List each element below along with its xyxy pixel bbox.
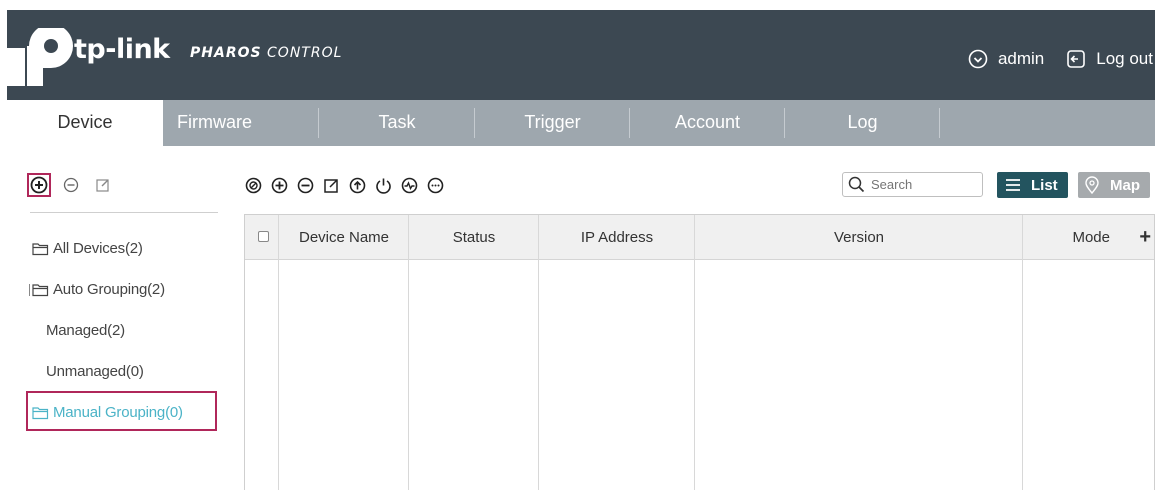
add-group-icon <box>30 176 48 194</box>
user-name[interactable]: admin <box>998 49 1044 69</box>
select-all-checkbox[interactable] <box>258 231 269 242</box>
monitor-button[interactable] <box>400 176 418 194</box>
remove-group-icon <box>63 177 79 193</box>
map-view-label: Map <box>1110 176 1140 194</box>
tab-log[interactable]: Log <box>785 100 940 146</box>
adopt-icon <box>245 177 261 193</box>
remove-device-button[interactable] <box>296 176 314 194</box>
list-view-label: List <box>1031 176 1058 194</box>
tree-label-unmanaged: Unmanaged(0) <box>46 363 144 380</box>
edit-group-icon <box>96 179 109 192</box>
column-status[interactable]: Status <box>409 215 539 260</box>
folder-icon <box>32 283 49 296</box>
top-header: tp-link PHAROS CONTROL admin Log out <box>7 10 1155 100</box>
map-pin-icon <box>1085 176 1099 194</box>
tab-device[interactable]: Device <box>7 100 163 146</box>
column-device-name[interactable]: Device Name <box>279 215 409 260</box>
tree-item-all-devices[interactable]: All Devices(2) <box>32 228 232 269</box>
device-toolbar <box>244 176 452 194</box>
adopt-button[interactable] <box>244 176 262 194</box>
add-group-button[interactable] <box>27 173 51 197</box>
edit-device-button[interactable] <box>322 176 340 194</box>
upgrade-button[interactable] <box>348 176 366 194</box>
more-icon <box>427 177 443 193</box>
logout-link[interactable]: Log out <box>1096 49 1153 69</box>
tree-label-auto-grouping: Auto Grouping(2) <box>53 281 165 298</box>
tab-task[interactable]: Task <box>319 100 475 146</box>
table-header: Device Name Status IP Address Version Mo… <box>245 215 1154 260</box>
search-box[interactable] <box>842 172 983 197</box>
tree-item-auto-grouping[interactable]: Auto Grouping(2) <box>29 269 232 310</box>
tree-label-managed: Managed(2) <box>46 322 125 339</box>
left-divider <box>30 212 218 213</box>
column-mode[interactable]: Mode <box>1023 215 1130 260</box>
device-table: Device Name Status IP Address Version Mo… <box>244 214 1155 490</box>
group-toolbar <box>27 173 123 197</box>
remove-group-button[interactable] <box>59 173 83 197</box>
column-divider <box>1022 215 1023 490</box>
user-area: admin Log out <box>968 47 1155 71</box>
tree-item-managed[interactable]: Managed(2) <box>32 310 232 351</box>
folder-icon <box>32 242 49 255</box>
product-name: PHAROS CONTROL <box>190 45 343 61</box>
map-view-button[interactable]: Map <box>1078 172 1150 198</box>
manual-grouping-highlight <box>26 391 217 431</box>
brand-name: tp-link <box>74 34 170 65</box>
tree-line <box>29 283 30 296</box>
tab-firmware[interactable]: Firmware <box>163 100 319 146</box>
edit-icon <box>323 178 338 193</box>
add-device-button[interactable] <box>270 176 288 194</box>
add-icon <box>271 177 287 193</box>
tab-trigger[interactable]: Trigger <box>475 100 630 146</box>
column-divider <box>694 215 695 490</box>
column-ip-address[interactable]: IP Address <box>539 215 695 260</box>
edit-group-button[interactable] <box>91 173 115 197</box>
power-button[interactable] <box>374 176 392 194</box>
monitor-icon <box>401 177 417 193</box>
remove-icon <box>297 177 313 193</box>
column-divider <box>408 215 409 490</box>
tree-item-unmanaged[interactable]: Unmanaged(0) <box>32 351 232 392</box>
column-divider <box>538 215 539 490</box>
search-input[interactable] <box>871 177 971 192</box>
add-column-icon[interactable]: + <box>1139 227 1151 247</box>
more-button[interactable] <box>426 176 444 194</box>
power-icon <box>375 178 391 194</box>
upgrade-icon <box>349 177 365 193</box>
tp-link-logo-icon <box>7 28 73 86</box>
list-icon <box>1006 179 1020 191</box>
main-tabs: Device Firmware Task Trigger Account Log <box>7 100 1155 146</box>
tab-account[interactable]: Account <box>630 100 785 146</box>
list-view-button[interactable]: List <box>997 172 1068 198</box>
tree-label-all-devices: All Devices(2) <box>53 240 143 257</box>
user-icon[interactable] <box>968 49 988 69</box>
logout-icon[interactable] <box>1066 49 1086 69</box>
search-icon[interactable] <box>848 176 865 193</box>
column-version[interactable]: Version <box>695 215 1023 260</box>
column-divider <box>278 215 279 490</box>
